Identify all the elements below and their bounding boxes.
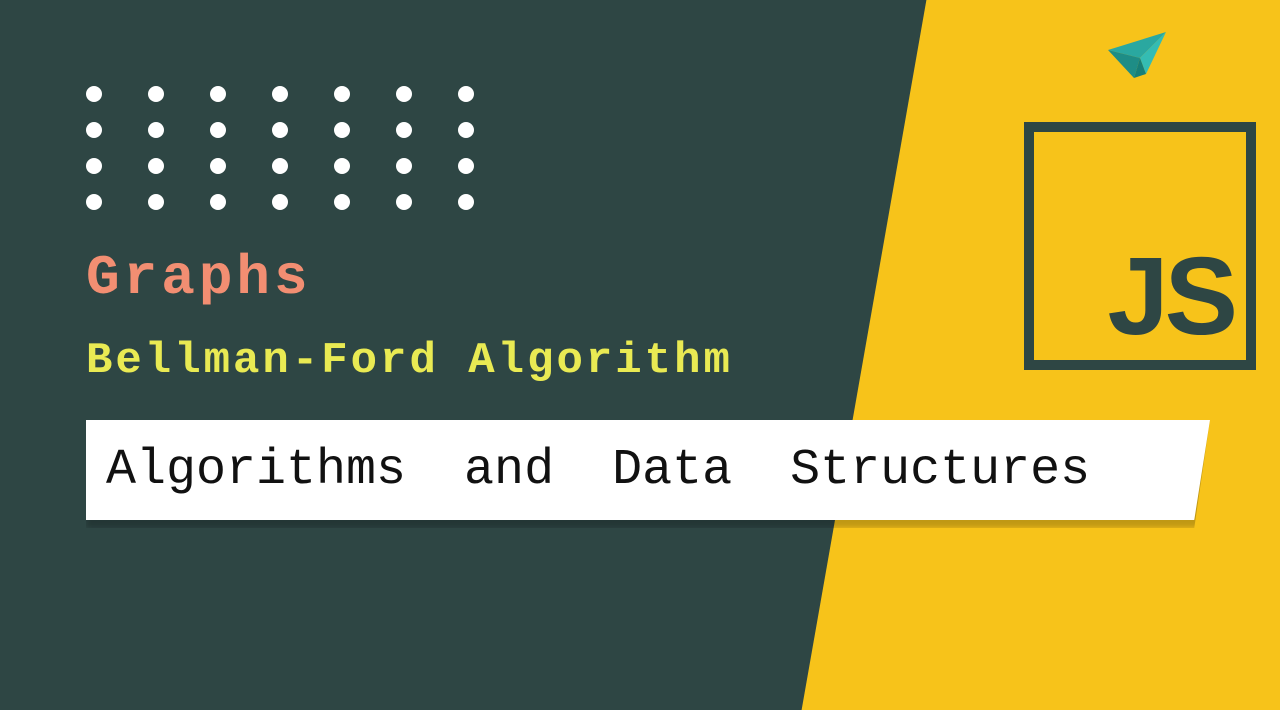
js-logo-text: JS — [1107, 242, 1234, 352]
category-label: Graphs — [86, 246, 312, 310]
banner-text: Algorithms and Data Structures — [106, 442, 1090, 499]
subtitle-label: Bellman-Ford Algorithm — [86, 336, 733, 386]
dot-grid — [86, 86, 474, 210]
js-logo: JS — [1024, 122, 1256, 370]
title-banner: Algorithms and Data Structures — [86, 420, 1210, 520]
paper-plane-icon — [1106, 30, 1168, 84]
